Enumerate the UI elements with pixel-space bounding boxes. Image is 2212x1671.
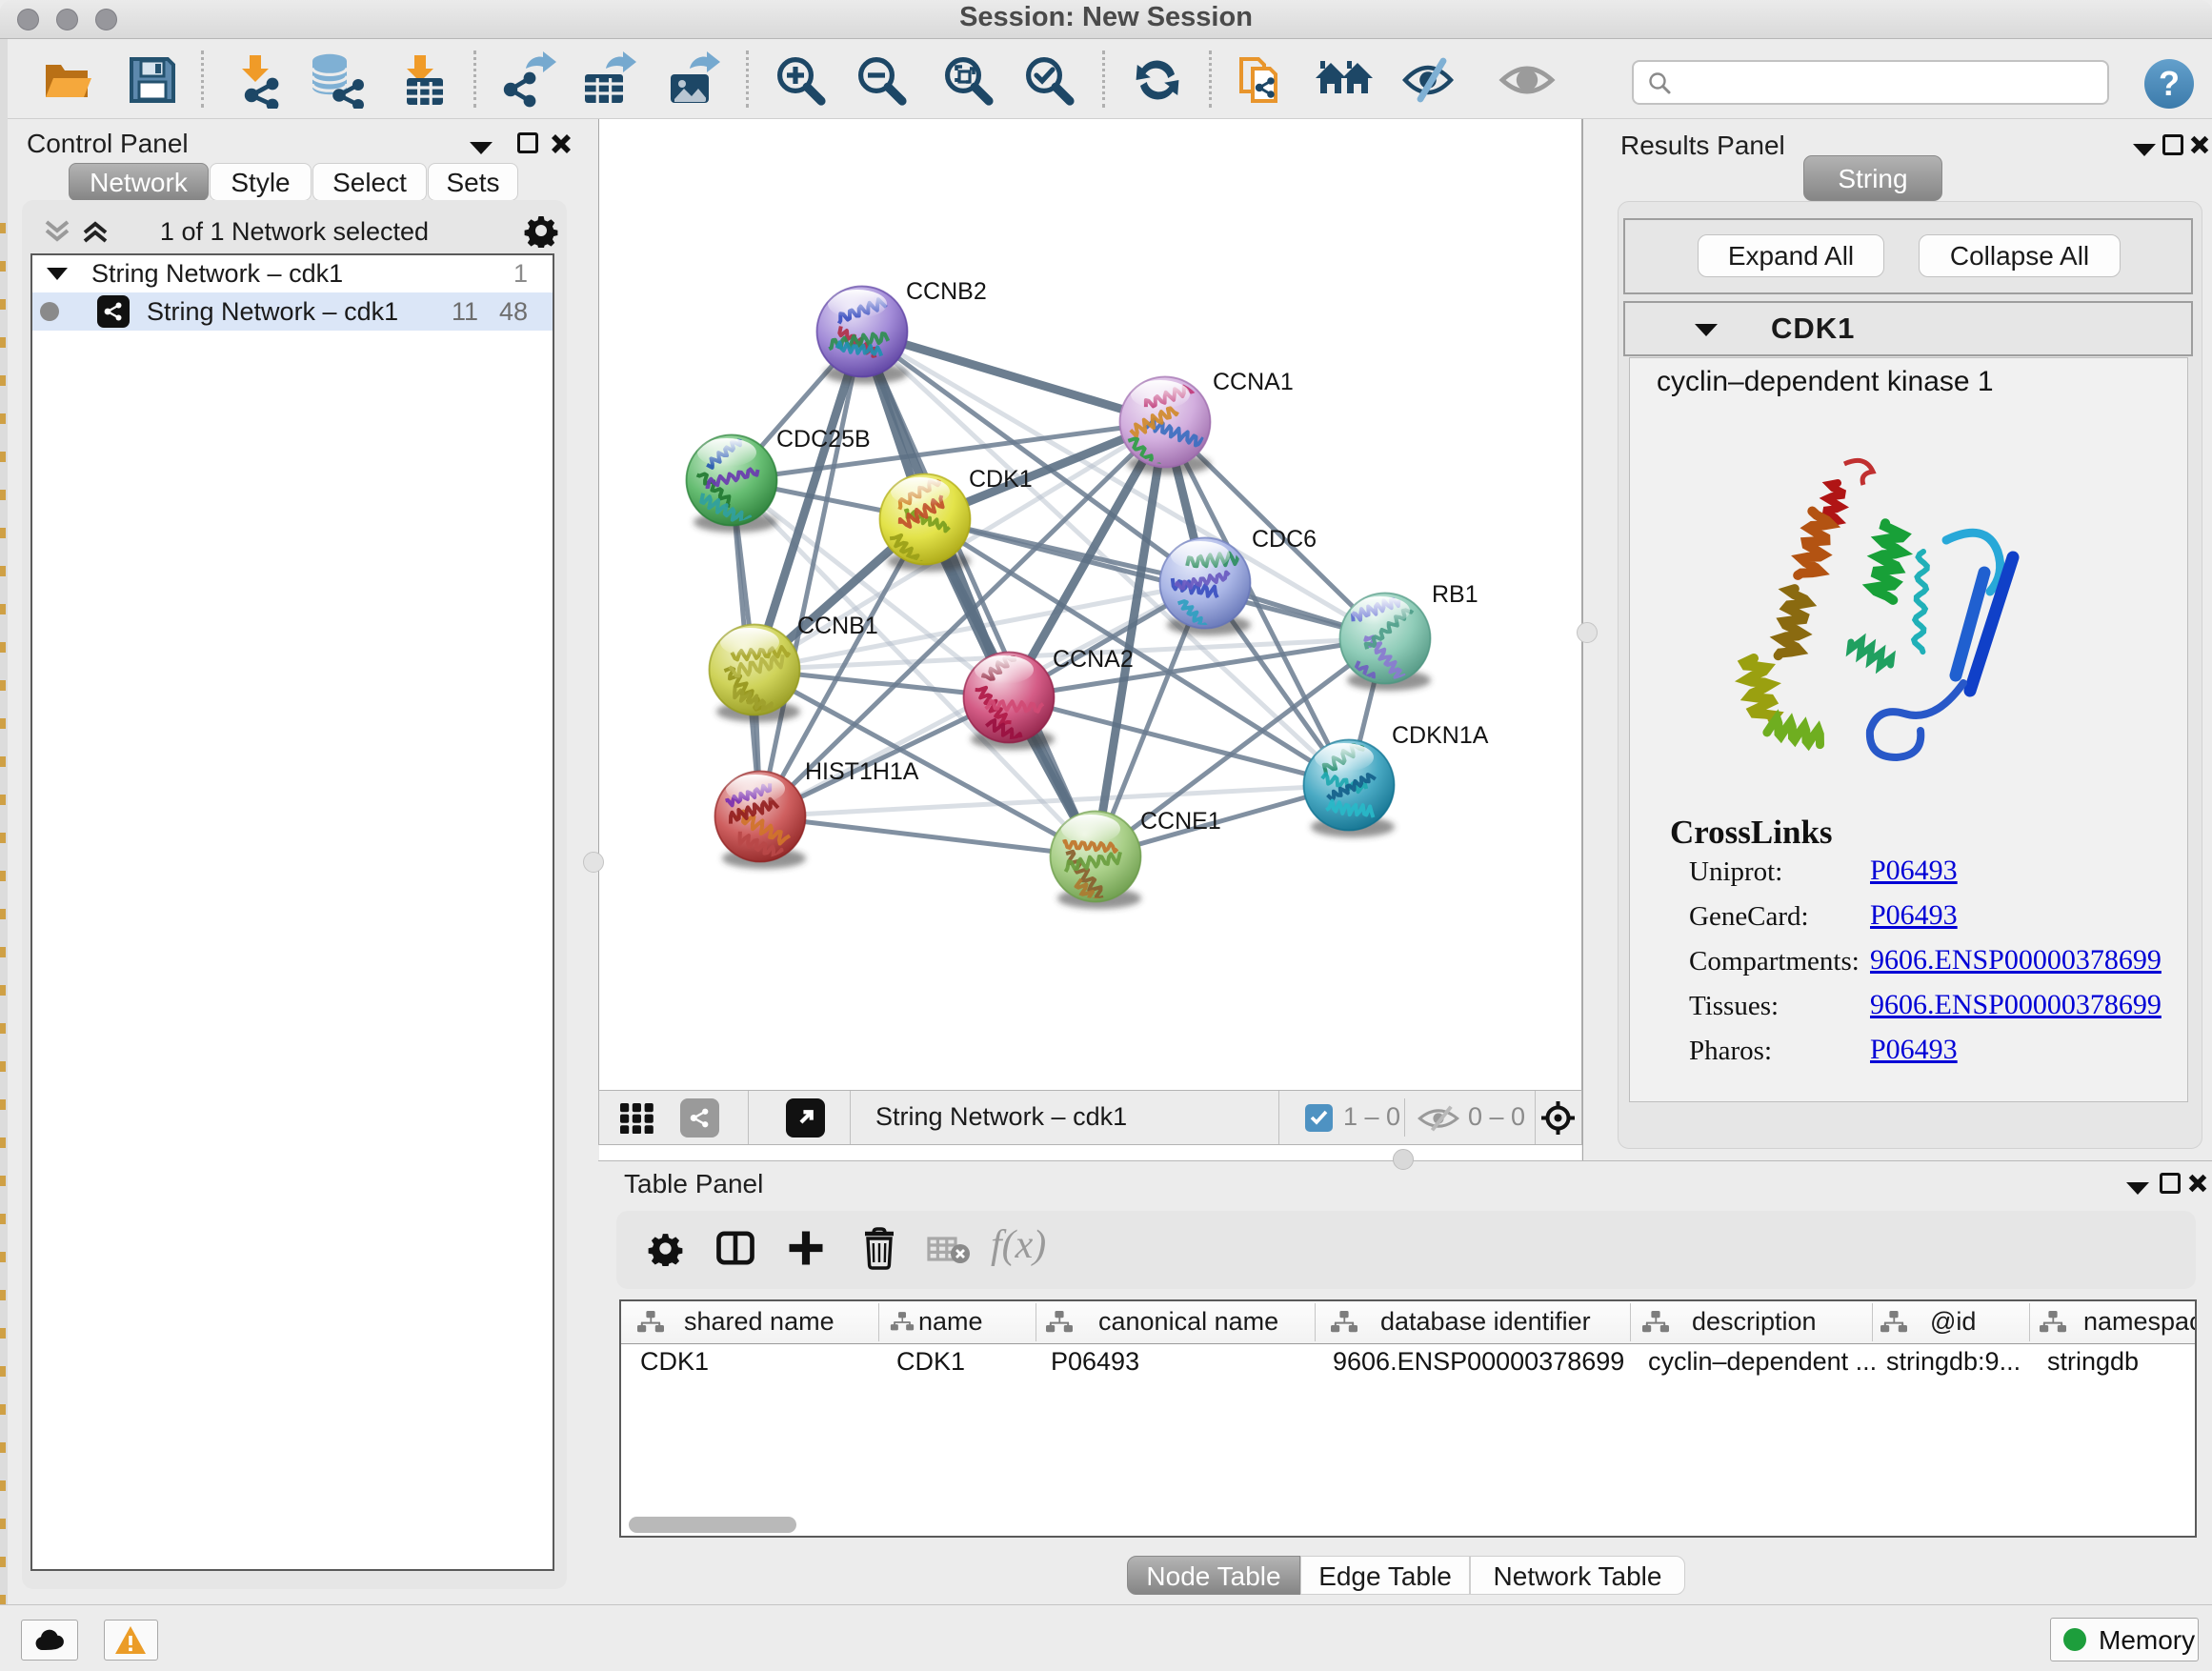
svg-text:CCNB1: CCNB1 bbox=[797, 613, 878, 639]
svg-text:CDKN1A: CDKN1A bbox=[1392, 722, 1489, 749]
svg-text:CCNA2: CCNA2 bbox=[1053, 646, 1134, 673]
svg-text:CDK1: CDK1 bbox=[969, 466, 1033, 493]
svg-text:CDC25B: CDC25B bbox=[776, 426, 871, 453]
svg-text:CCNE1: CCNE1 bbox=[1140, 808, 1221, 835]
svg-text:HIST1H1A: HIST1H1A bbox=[805, 758, 919, 785]
svg-text:CCNB2: CCNB2 bbox=[906, 278, 987, 305]
svg-text:CDC6: CDC6 bbox=[1252, 526, 1317, 553]
svg-text:CCNA1: CCNA1 bbox=[1213, 369, 1294, 395]
svg-text:RB1: RB1 bbox=[1432, 581, 1478, 608]
